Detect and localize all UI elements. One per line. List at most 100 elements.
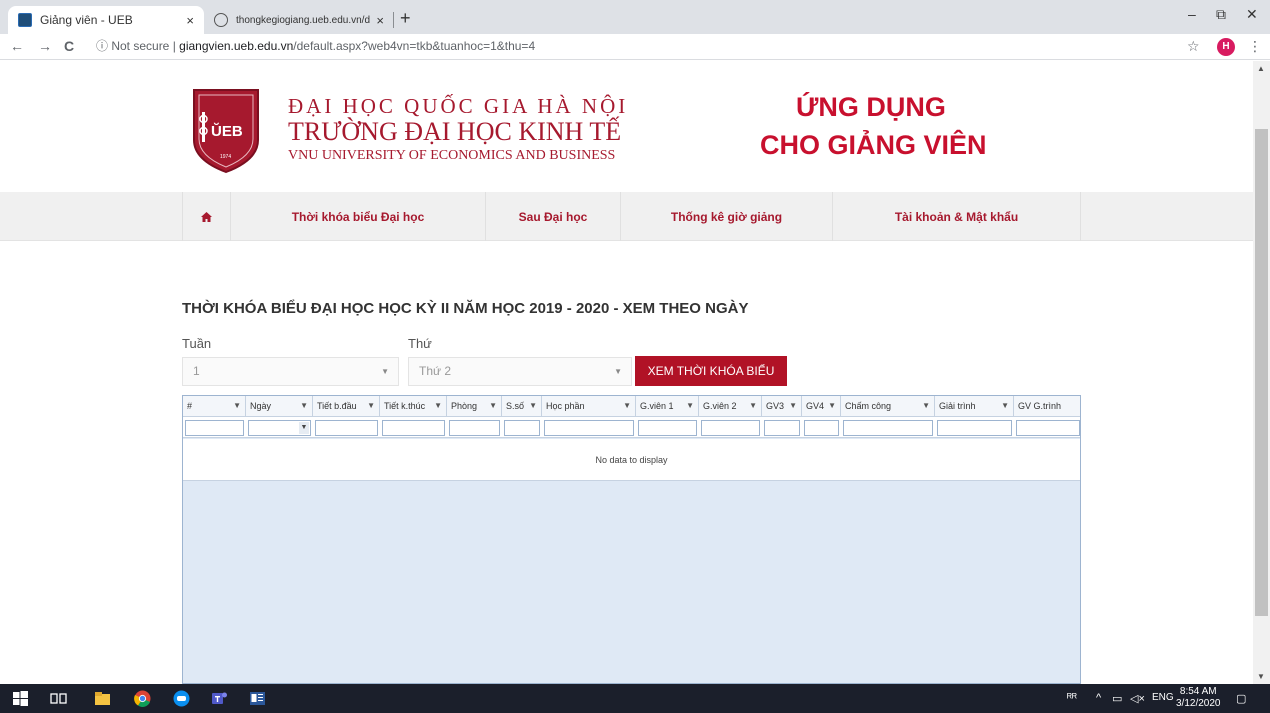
- nav-postgrad[interactable]: Sau Đại học: [485, 192, 620, 241]
- filter-icon[interactable]: ▼: [789, 396, 797, 416]
- profile-avatar[interactable]: H: [1217, 38, 1235, 56]
- column-header[interactable]: # ▼: [183, 396, 246, 416]
- input-language[interactable]: ENG: [1152, 692, 1174, 703]
- university-name-line1: ĐẠI HỌC QUỐC GIA HÀ NỘI: [288, 94, 629, 118]
- show-hidden-icons-icon[interactable]: ^: [1096, 692, 1101, 704]
- scroll-up-icon[interactable]: ▲: [1257, 64, 1265, 73]
- security-indicator[interactable]: ⓘ Not secure: [96, 39, 169, 53]
- week-select-value: 1: [193, 364, 200, 378]
- filter-icon[interactable]: ▼: [367, 396, 375, 416]
- tab-title: thongkegiogiang.ueb.edu.vn/de: [236, 14, 371, 26]
- task-view-icon[interactable]: [50, 690, 67, 707]
- column-header[interactable]: Tiết k.thúc ▼: [380, 396, 447, 416]
- filter-input[interactable]: [937, 420, 1012, 436]
- browser-tabstrip: Giảng viên - UEB × thongkegiogiang.ueb.e…: [0, 0, 1270, 34]
- zalo-icon[interactable]: [173, 690, 190, 707]
- filter-icon[interactable]: ▼: [233, 396, 241, 416]
- ueb-favicon-icon: [18, 13, 32, 27]
- filter-icon[interactable]: ▼: [828, 396, 836, 416]
- nav-teaching-hours[interactable]: Thống kê giờ giảng: [620, 192, 832, 241]
- filter-input[interactable]: [764, 420, 800, 436]
- column-header[interactable]: GV3 ▼: [762, 396, 802, 416]
- empty-grid-message: No data to display: [183, 439, 1080, 481]
- filter-input[interactable]: [544, 420, 634, 436]
- grid-header-row: # ▼ Ngày ▼ Tiết b.đầu ▼ Tiết k.thúc ▼ Phòng ▼…: [183, 396, 1080, 417]
- filter-input[interactable]: [1016, 420, 1080, 436]
- close-tab-icon[interactable]: ×: [186, 13, 194, 28]
- nav-undergrad-timetable[interactable]: Thời khóa biểu Đại học: [230, 192, 485, 241]
- new-tab-button[interactable]: +: [400, 8, 411, 29]
- minimize-button[interactable]: –: [1188, 6, 1196, 22]
- filter-input[interactable]: [382, 420, 445, 436]
- filter-icon[interactable]: ▼: [922, 396, 930, 416]
- column-header[interactable]: G.viên 1 ▼: [636, 396, 699, 416]
- date-filter-input[interactable]: ▼: [248, 420, 311, 436]
- filter-input[interactable]: [504, 420, 540, 436]
- clock-time: 8:54 AM: [1179, 686, 1217, 697]
- restore-button[interactable]: ⧉: [1216, 6, 1226, 23]
- filter-icon[interactable]: ▼: [623, 396, 631, 416]
- nav-home[interactable]: [182, 192, 230, 241]
- column-header[interactable]: Tiết b.đầu ▼: [313, 396, 380, 416]
- filter-icon[interactable]: ▼: [749, 396, 757, 416]
- chevron-down-icon[interactable]: ▼: [299, 422, 309, 434]
- university-name-english: VNU UNIVERSITY OF ECONOMICS AND BUSINESS: [288, 148, 616, 163]
- filter-input[interactable]: [804, 420, 839, 436]
- filter-icon[interactable]: ▼: [1001, 396, 1009, 416]
- chrome-icon[interactable]: [134, 690, 151, 707]
- filter-icon[interactable]: ▼: [300, 396, 308, 416]
- people-icon[interactable]: ᴿᴿ: [1067, 692, 1077, 704]
- windows-start-icon[interactable]: [12, 690, 29, 707]
- filter-icon[interactable]: ▼: [434, 396, 442, 416]
- filter-icon[interactable]: ▼: [489, 396, 497, 416]
- globe-favicon-icon: [214, 13, 228, 27]
- filter-input[interactable]: [843, 420, 933, 436]
- notifications-icon[interactable]: ▢: [1236, 692, 1246, 705]
- teams-icon[interactable]: [211, 690, 228, 707]
- day-select[interactable]: Thứ 2 ▼: [408, 357, 632, 386]
- tab-thongke[interactable]: thongkegiogiang.ueb.edu.vn/de ×: [204, 6, 394, 34]
- column-header[interactable]: Phòng ▼: [447, 396, 502, 416]
- scroll-down-icon[interactable]: ▼: [1257, 672, 1265, 681]
- page-title: THỜI KHÓA BIỂU ĐẠI HỌC HỌC KỲ II NĂM HỌC…: [182, 300, 749, 317]
- forward-button[interactable]: →: [38, 38, 52, 54]
- column-header[interactable]: Ngày ▼: [246, 396, 313, 416]
- scrollbar-thumb[interactable]: [1255, 129, 1268, 616]
- app-title-line1: ỨNG DỤNG: [796, 92, 946, 122]
- tab-giang-vien[interactable]: Giảng viên - UEB ×: [8, 6, 204, 34]
- filter-input[interactable]: [638, 420, 697, 436]
- column-header[interactable]: S.số ▼: [502, 396, 542, 416]
- bookmark-star-icon[interactable]: ☆: [1187, 38, 1200, 55]
- week-label: Tuần: [182, 336, 212, 351]
- column-header[interactable]: G.viên 2 ▼: [699, 396, 762, 416]
- close-tab-icon[interactable]: ×: [376, 13, 384, 28]
- filter-input[interactable]: [315, 420, 378, 436]
- column-header[interactable]: GV G.trình: [1014, 396, 1080, 416]
- close-window-button[interactable]: ✕: [1246, 6, 1258, 23]
- network-icon[interactable]: ▭: [1112, 692, 1122, 705]
- filter-icon[interactable]: ▼: [529, 396, 537, 416]
- file-explorer-icon[interactable]: [94, 690, 111, 707]
- filter-input[interactable]: [185, 420, 244, 436]
- page-scrollbar[interactable]: ▲ ▼: [1253, 61, 1270, 684]
- windows-taskbar: ᴿᴿ ^ ▭ ◁× ENG 8:54 AM 3/12/2020 ▢: [0, 684, 1270, 713]
- column-header[interactable]: Học phần ▼: [542, 396, 636, 416]
- column-header[interactable]: Giải trình ▼: [935, 396, 1014, 416]
- crest-text: ŬEB: [211, 122, 243, 140]
- chevron-down-icon: ▼: [381, 367, 389, 376]
- browser-menu-icon[interactable]: ⋮: [1248, 38, 1262, 55]
- back-button[interactable]: ←: [10, 38, 24, 54]
- reload-button[interactable]: C: [64, 38, 74, 54]
- filter-input[interactable]: [449, 420, 500, 436]
- system-clock[interactable]: 8:54 AM 3/12/2020: [1176, 686, 1221, 710]
- word-icon[interactable]: [249, 690, 266, 707]
- view-timetable-button[interactable]: XEM THỜI KHÓA BIỂU: [635, 356, 787, 386]
- nav-account-password[interactable]: Tài khoản & Mật khẩu: [832, 192, 1081, 241]
- filter-icon[interactable]: ▼: [686, 396, 694, 416]
- column-header[interactable]: Chấm công ▼: [841, 396, 935, 416]
- filter-input[interactable]: [701, 420, 760, 436]
- column-header[interactable]: GV4 ▼: [802, 396, 841, 416]
- volume-muted-icon[interactable]: ◁×: [1130, 692, 1145, 705]
- week-select[interactable]: 1 ▼: [182, 357, 399, 386]
- address-bar[interactable]: ⓘ Not secure | giangvien.ueb.edu.vn/defa…: [96, 37, 535, 54]
